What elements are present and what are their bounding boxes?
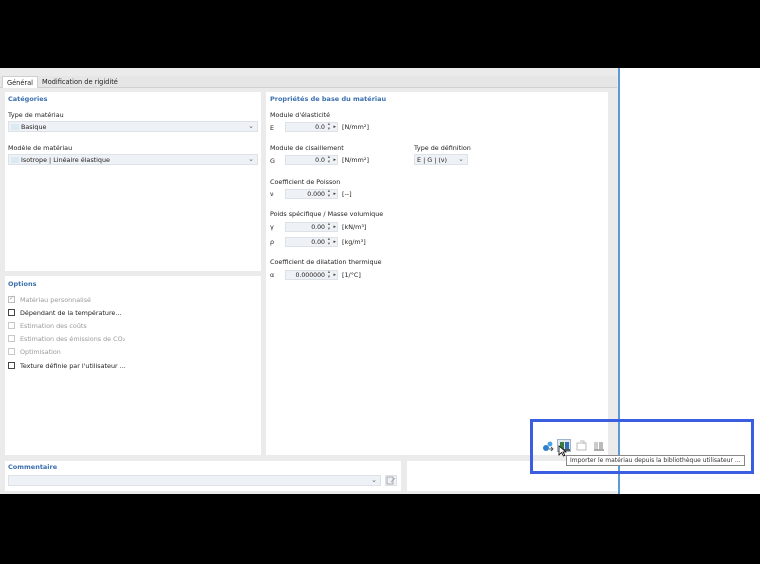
material-model-label: Modèle de matériau [8,144,73,152]
tab-general[interactable]: Général [2,76,38,88]
rho-unit: [kg/m³] [342,238,366,246]
thermal-input[interactable]: 0.000000 ▴ ▾ ▸ [285,270,338,280]
chevron-down-icon: ⌄ [371,476,377,484]
custom-material-label: Matériau personnalisé [20,296,91,304]
co2-estimation-checkbox[interactable] [8,335,15,342]
definition-type-select[interactable]: E | G | (ν) ⌄ [414,154,468,165]
spin-right-icon[interactable]: ▸ [333,272,336,278]
comment-panel: Commentaire ⌄ [5,461,401,491]
poisson-value: 0.000 [307,191,325,198]
spin-updown-icon[interactable]: ▴ ▾ [328,270,330,280]
user-texture-label: Texture définie par l'utilisateur ... [20,362,126,370]
material-type-select[interactable]: Basique ⌄ [8,121,258,132]
temperature-dependent-label: Dépendant de la température... [20,309,122,317]
comment-title: Commentaire [8,463,58,471]
definition-type-label: Type de définition [414,144,471,152]
elastic-modulus-value: 0.0 [315,124,325,131]
optimization-label: Optimisation [20,348,61,356]
user-texture-checkbox[interactable] [8,362,15,369]
material-model-select[interactable]: Isotrope | Linéaire élastique ⌄ [8,154,258,165]
elastic-modulus-symbol: E [270,124,275,132]
material-model-value: Isotrope | Linéaire élastique [21,156,110,164]
material-type-value: Basique [21,123,47,131]
gamma-symbol: γ [270,223,274,231]
elastic-modulus-group: Module d'élasticité [270,111,331,119]
shear-modulus-symbol: G [270,157,275,165]
edit-icon [386,476,396,485]
spin-updown-icon[interactable]: ▴ ▾ [328,189,330,199]
shear-modulus-group: Module de cisaillement [270,144,344,152]
gamma-value: 0.00 [311,224,325,231]
tab-bar: Général Modification de rigidité [0,76,617,88]
comment-input[interactable]: ⌄ [8,475,381,486]
poisson-symbol: ν [270,190,274,198]
spin-updown-icon[interactable]: ▴ ▾ [328,237,330,247]
co2-estimation-label: Estimation des émissions de CO₂ [20,335,126,343]
rho-value: 0.00 [311,239,325,246]
cost-estimation-label: Estimation des coûts [20,322,87,330]
tab-stiffness-modification[interactable]: Modification de rigidité [38,76,122,88]
gamma-unit: [kN/m³] [342,223,367,231]
weight-group: Poids spécifique / Masse volumique [270,210,384,218]
custom-material-checkbox[interactable] [8,294,15,303]
spin-right-icon[interactable]: ▸ [333,157,336,163]
definition-type-value: E | G | (ν) [417,156,447,164]
chevron-down-icon: ⌄ [248,122,254,130]
optimization-checkbox[interactable] [8,348,15,355]
material-model-swatch [11,157,19,163]
poisson-unit: [--] [342,190,352,198]
shear-modulus-input[interactable]: 0.0 ▴ ▾ ▸ [285,155,338,165]
alpha-symbol: α [270,271,275,279]
gamma-input[interactable]: 0.00 ▴ ▾ ▸ [285,222,338,232]
tooltip: Importer le matériau depuis la bibliothè… [566,455,745,466]
material-dialog: Général Modification de rigidité Catégor… [0,68,760,494]
spin-right-icon[interactable]: ▸ [333,239,336,245]
temperature-dependent-checkbox[interactable] [8,309,15,316]
elastic-modulus-input[interactable]: 0.0 ▴ ▾ ▸ [285,122,338,132]
spin-right-icon[interactable]: ▸ [333,191,336,197]
spin-right-icon[interactable]: ▸ [333,224,336,230]
categories-panel: Catégories Type de matériau Basique ⌄ Mo… [5,92,261,271]
thermal-group: Coefficient de dilatation thermique [270,258,382,266]
properties-panel: Propriétés de base du matériau Module d'… [266,92,608,455]
properties-title: Propriétés de base du matériau [270,95,387,103]
material-type-label: Type de matériau [8,111,64,119]
poisson-group: Coefficient de Poisson [270,178,341,186]
chevron-down-icon: ⌄ [248,155,254,163]
spin-updown-icon[interactable]: ▴ ▾ [328,155,330,165]
spin-updown-icon[interactable]: ▴ ▾ [328,122,330,132]
categories-title: Catégories [8,95,48,103]
rho-symbol: ρ [270,238,275,246]
shear-modulus-value: 0.0 [315,157,325,164]
spin-updown-icon[interactable]: ▴ ▾ [328,222,330,232]
chevron-down-icon: ⌄ [458,155,464,163]
spin-right-icon[interactable]: ▸ [333,124,336,130]
poisson-input[interactable]: 0.000 ▴ ▾ ▸ [285,189,338,199]
comment-edit-button[interactable] [385,475,397,486]
shear-modulus-unit: [N/mm²] [342,156,369,164]
thermal-value: 0.000000 [295,272,325,279]
cost-estimation-checkbox[interactable] [8,322,15,329]
elastic-modulus-unit: [N/mm²] [342,123,369,131]
rho-input[interactable]: 0.00 ▴ ▾ ▸ [285,237,338,247]
material-type-swatch [11,124,19,130]
thermal-unit: [1/°C] [342,271,361,279]
options-panel: Options Matériau personnalisé Dépendant … [5,276,261,455]
options-title: Options [8,280,37,288]
